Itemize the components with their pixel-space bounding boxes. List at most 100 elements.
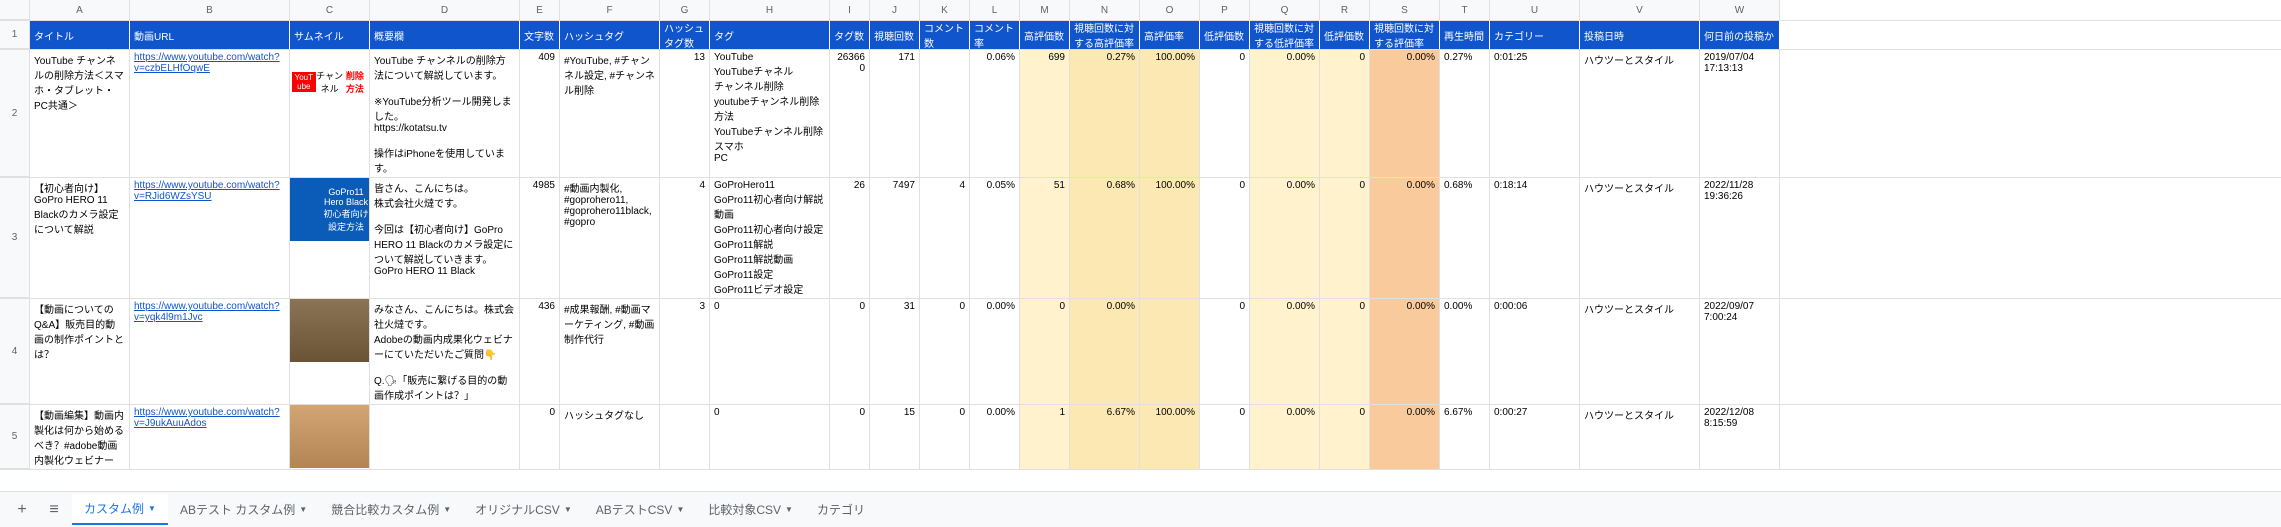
header-cell[interactable]: 再生時間 [1440,21,1490,49]
cell[interactable]: 0 [920,405,970,469]
cell[interactable]: 0.00% [1370,50,1440,177]
cell[interactable]: 0.00% [1250,178,1320,298]
cell[interactable]: 699 [1020,50,1070,177]
cell[interactable]: 0:01:25 [1490,50,1580,177]
cell[interactable]: ハウツーとスタイル [1580,178,1700,298]
header-cell[interactable]: 高評価数 [1020,21,1070,49]
cell[interactable]: 【初心者向け】GoPro HERO 11 Blackのカメラ設定について解説 [30,178,130,298]
header-cell[interactable]: 視聴回数に対する高評価率 [1070,21,1140,49]
column-header[interactable]: L [970,0,1020,20]
column-header[interactable]: B [130,0,290,20]
header-cell[interactable]: ハッシュタグ [560,21,660,49]
cell[interactable] [290,405,370,469]
cell[interactable]: 0.27% [1440,50,1490,177]
cell[interactable]: YouTube チャンネルの削除方法について解説しています。 ※YouTube分… [370,50,520,177]
column-header[interactable]: U [1490,0,1580,20]
column-header[interactable]: A [30,0,130,20]
header-cell[interactable]: 視聴回数に対する評価率 [1370,21,1440,49]
cell[interactable] [1140,299,1200,404]
cell[interactable]: YouTube チャンネルの削除方法＜スマホ・タブレット・PC共通＞ [30,50,130,177]
cell[interactable]: 0 [1320,178,1370,298]
header-cell[interactable]: 何日前の投稿か [1700,21,1780,49]
column-header[interactable]: D [370,0,520,20]
cell[interactable]: ハッシュタグなし [560,405,660,469]
cell[interactable]: 409 [520,50,560,177]
column-header[interactable]: H [710,0,830,20]
cell[interactable]: 皆さん、こんにちは。 株式会社火燵です。 今回は【初心者向け】GoPro HER… [370,178,520,298]
header-cell[interactable]: サムネイル [290,21,370,49]
cell[interactable]: 0:18:14 [1490,178,1580,298]
cell[interactable]: 0 [1200,178,1250,298]
cell[interactable]: 2022/11/28 19:36:26 [1700,178,1780,298]
cell[interactable]: 15 [870,405,920,469]
column-header[interactable]: N [1070,0,1140,20]
cell[interactable]: 2022/09/07 7:00:24 [1700,299,1780,404]
cell[interactable]: 3 [660,299,710,404]
header-cell[interactable]: タイトル [30,21,130,49]
column-header[interactable]: C [290,0,370,20]
cell[interactable]: 0 [1020,299,1070,404]
sheet-tab[interactable]: カテゴリ [805,494,877,525]
column-header[interactable]: M [1020,0,1070,20]
row-number[interactable]: 2 [0,50,30,177]
sheet-tab[interactable]: ABテストCSV▼ [584,494,697,525]
cell[interactable]: https://www.youtube.com/watch?v=J9ukAuuA… [130,405,290,469]
cell[interactable]: 26 [830,178,870,298]
cell[interactable]: YouTube YouTubeチャネル チャンネル削除 youtubeチャンネル… [710,50,830,177]
cell[interactable]: 0.00% [1370,299,1440,404]
column-header[interactable]: E [520,0,560,20]
cell[interactable]: 4985 [520,178,560,298]
row-number[interactable]: 1 [0,21,30,49]
cell[interactable]: 0.00% [1250,50,1320,177]
cell[interactable]: 【動画編集】動画内製化は何から始めるべき？#adobe動画内製化ウェビナー [30,405,130,469]
cell[interactable]: 0 [830,299,870,404]
cell[interactable]: 0.00% [970,299,1020,404]
cell[interactable]: 0 [710,299,830,404]
column-header[interactable]: F [560,0,660,20]
cell[interactable]: 0.68% [1440,178,1490,298]
cell[interactable]: 100.00% [1140,178,1200,298]
cell[interactable]: #動画内製化, #goprohero11, #goprohero11black,… [560,178,660,298]
cell[interactable]: 31 [870,299,920,404]
cell[interactable]: 171 [870,50,920,177]
header-cell[interactable]: 投稿日時 [1580,21,1700,49]
header-cell[interactable]: 低評価数 [1320,21,1370,49]
column-header[interactable]: I [830,0,870,20]
cell[interactable]: 0.00% [1370,178,1440,298]
sheet-tab[interactable]: オリジナルCSV▼ [463,494,584,525]
header-cell[interactable]: コメント数 [920,21,970,49]
cell[interactable]: YouTubeチャンネル削除方法📱💻🖥 共通 [290,50,370,177]
cell[interactable]: https://www.youtube.com/watch?v=yqk4l9m1… [130,299,290,404]
sheet-tab[interactable]: ABテスト カスタム例▼ [168,494,319,525]
cell[interactable]: 0.00% [1250,299,1320,404]
row-number[interactable]: 5 [0,405,30,469]
column-header[interactable]: G [660,0,710,20]
header-cell[interactable]: 視聴回数に対する低評価率 [1250,21,1320,49]
header-cell[interactable]: タグ数 [830,21,870,49]
header-cell[interactable]: ハッシュタグ数 [660,21,710,49]
cell[interactable]: 6.67% [1070,405,1140,469]
column-header[interactable]: P [1200,0,1250,20]
cell[interactable]: 51 [1020,178,1070,298]
cell[interactable]: #YouTube, #チャンネル設定, #チャンネル削除 [560,50,660,177]
cell[interactable] [370,405,520,469]
cell[interactable]: 0 [1200,299,1250,404]
cell[interactable] [920,50,970,177]
cell[interactable]: 7497 [870,178,920,298]
header-cell[interactable]: 視聴回数 [870,21,920,49]
cell[interactable]: 0 [830,405,870,469]
cell[interactable]: 13 [660,50,710,177]
cell[interactable]: https://www.youtube.com/watch?v=czbELHfO… [130,50,290,177]
cell[interactable]: GoProHero11 GoPro11初心者向け解説動画 GoPro11初心者向… [710,178,830,298]
cell[interactable] [660,405,710,469]
cell[interactable]: 1 [1020,405,1070,469]
sheet-tab[interactable]: 競合比較カスタム例▼ [319,494,463,525]
column-header[interactable]: J [870,0,920,20]
cell[interactable]: ハウツーとスタイル [1580,50,1700,177]
cell[interactable]: 0.00% [1440,299,1490,404]
header-cell[interactable]: タグ [710,21,830,49]
cell[interactable]: 6.67% [1440,405,1490,469]
column-header[interactable]: T [1440,0,1490,20]
cell[interactable]: 0 [1320,299,1370,404]
header-cell[interactable]: 動画URL [130,21,290,49]
